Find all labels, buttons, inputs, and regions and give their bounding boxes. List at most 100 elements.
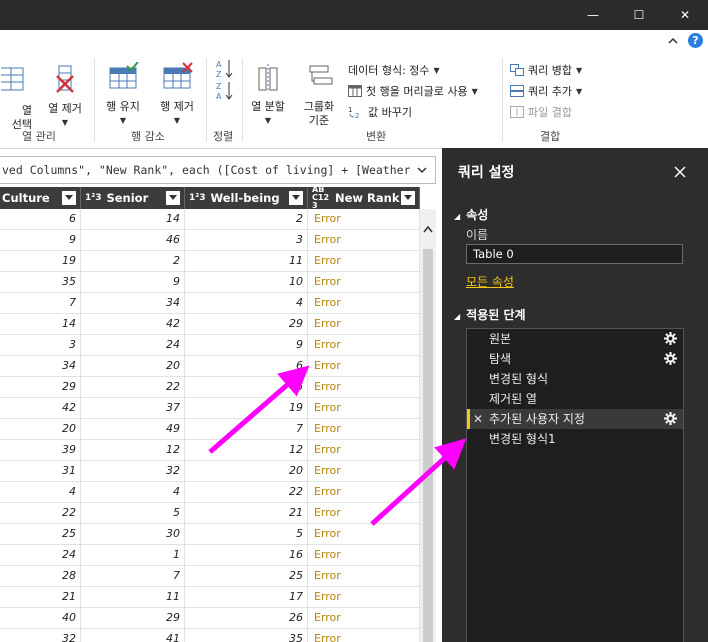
combine-files-button[interactable]: 파일 결합	[510, 104, 572, 120]
gear-icon[interactable]	[664, 352, 677, 365]
remove-rows-button[interactable]: 행 제거 ▼	[154, 62, 200, 128]
error-cell[interactable]: Error	[308, 356, 420, 376]
error-cell[interactable]: Error	[308, 272, 420, 292]
remove-columns-button[interactable]: 열 제거 ▼	[42, 64, 88, 130]
group-by-button[interactable]: 그룹화 기준	[296, 62, 342, 128]
sort-descending-icon: Z A	[216, 82, 233, 101]
step-item[interactable]: 원본	[467, 329, 683, 349]
scrollbar-thumb[interactable]	[423, 249, 433, 642]
table-cell: 25	[185, 566, 308, 586]
gear-icon[interactable]	[664, 412, 677, 425]
step-item-selected[interactable]: ✕ 추가된 사용자 지정	[467, 409, 683, 429]
error-cell[interactable]: Error	[308, 209, 420, 229]
data-type-dropdown[interactable]: 데이터 형식: 정수 ▼	[348, 62, 440, 78]
minimize-button[interactable]: —	[570, 0, 616, 30]
step-label: 제거된 열	[489, 392, 537, 406]
error-cell[interactable]: Error	[308, 587, 420, 607]
merge-queries-button[interactable]: 쿼리 병합 ▼	[510, 62, 582, 78]
table-cell: 2	[185, 209, 308, 229]
error-cell[interactable]: Error	[308, 398, 420, 418]
error-cell[interactable]: Error	[308, 251, 420, 271]
append-queries-button[interactable]: 쿼리 추가 ▼	[510, 83, 582, 99]
formula-text[interactable]: ved Columns", "New Rank", each ([Cost of…	[2, 163, 410, 177]
table-cell: 4	[81, 482, 185, 502]
svg-text:2: 2	[355, 112, 359, 119]
error-cell[interactable]: Error	[308, 293, 420, 313]
table-cell: 11	[185, 251, 308, 271]
table-cell: 5	[185, 524, 308, 544]
error-cell[interactable]: Error	[308, 461, 420, 481]
table-cell: 1	[81, 545, 185, 565]
all-properties-link[interactable]: 모든 속성	[466, 273, 514, 290]
step-item[interactable]: 변경된 형식	[467, 369, 683, 389]
error-cell[interactable]: Error	[308, 419, 420, 439]
keep-rows-icon	[109, 61, 139, 89]
column-header-senior[interactable]: 1²3 Senior	[81, 187, 185, 209]
applied-steps-label: 적용된 단계	[466, 308, 526, 322]
type-any-icon[interactable]: ABC123	[312, 187, 330, 210]
help-icon[interactable]: ?	[688, 33, 703, 48]
properties-section[interactable]: ◢ 속성	[454, 206, 488, 223]
table-cell: 37	[81, 398, 185, 418]
error-cell[interactable]: Error	[308, 377, 420, 397]
dropdown-caret-icon: ▼	[471, 86, 478, 96]
table-cell: 9	[0, 230, 81, 250]
expand-formula-icon[interactable]	[415, 163, 429, 177]
type-number-icon[interactable]: 1²3	[189, 194, 205, 203]
column-filter-button[interactable]	[62, 191, 76, 205]
chevron-down-icon	[292, 195, 300, 200]
column-filter-button[interactable]	[401, 191, 415, 205]
vertical-scrollbar[interactable]	[420, 209, 436, 642]
replace-values-button[interactable]: 12 값 바꾸기	[348, 104, 412, 120]
column-header-new-rank[interactable]: ABC123 New Rank	[308, 187, 420, 210]
error-cell[interactable]: Error	[308, 335, 420, 355]
column-header-label: Senior	[106, 191, 149, 205]
ribbon: 열 선택 열 제거 ▼ 열 관리 행 유지 ▼ 행 제거 ▼ 행 감소 A Z …	[0, 52, 708, 149]
error-cell[interactable]: Error	[308, 440, 420, 460]
error-cell[interactable]: Error	[308, 629, 420, 642]
table-cell: 40	[0, 608, 81, 628]
use-first-row-as-headers-button[interactable]: 첫 행을 머리글로 사용 ▼	[348, 83, 478, 99]
keep-rows-button[interactable]: 행 유지 ▼	[100, 61, 146, 128]
step-item[interactable]: 제거된 열	[467, 389, 683, 409]
data-grid: Culture 1²3 Senior 1²3 Well-being ABC123…	[0, 187, 420, 642]
step-item[interactable]: 탐색	[467, 349, 683, 369]
table-row: 31 32 20 Error	[0, 461, 420, 482]
column-filter-button[interactable]	[289, 191, 303, 205]
table-row: 42 37 19 Error	[0, 398, 420, 419]
error-cell[interactable]: Error	[308, 482, 420, 502]
formula-bar[interactable]: ved Columns", "New Rank", each ([Cost of…	[0, 156, 436, 184]
table-row: 14 42 29 Error	[0, 314, 420, 335]
table-cell: 20	[0, 419, 81, 439]
close-icon[interactable]	[672, 164, 688, 180]
delete-step-icon[interactable]: ✕	[473, 409, 483, 429]
sort-descending-button[interactable]: Z A	[214, 80, 236, 106]
maximize-button[interactable]: ☐	[616, 0, 662, 30]
type-number-icon[interactable]: 1²3	[85, 194, 101, 203]
step-item[interactable]: 변경된 형식1	[467, 429, 683, 449]
collapse-ribbon-icon[interactable]	[666, 34, 680, 48]
error-cell[interactable]: Error	[308, 524, 420, 544]
table-cell: 49	[81, 419, 185, 439]
error-cell[interactable]: Error	[308, 566, 420, 586]
error-cell[interactable]: Error	[308, 230, 420, 250]
query-name-input[interactable]: Table 0	[466, 244, 683, 264]
close-window-button[interactable]: ✕	[662, 0, 708, 30]
error-cell[interactable]: Error	[308, 503, 420, 523]
table-header-icon	[348, 85, 362, 97]
gear-icon[interactable]	[664, 332, 677, 345]
split-column-button[interactable]: 열 분할 ▼	[246, 62, 290, 128]
column-header-culture[interactable]: Culture	[0, 187, 81, 209]
choose-columns-button[interactable]: 열 선택	[0, 64, 32, 131]
column-filter-button[interactable]	[166, 191, 180, 205]
error-cell[interactable]: Error	[308, 545, 420, 565]
applied-steps-section[interactable]: ◢ 적용된 단계	[454, 306, 526, 323]
scroll-up-icon[interactable]	[423, 225, 433, 233]
column-header-well-being[interactable]: 1²3 Well-being	[185, 187, 308, 209]
table-cell: 46	[81, 230, 185, 250]
table-cell: 6	[185, 356, 308, 376]
error-cell[interactable]: Error	[308, 314, 420, 334]
column-header-label: Culture	[2, 191, 50, 205]
table-cell: 22	[81, 377, 185, 397]
error-cell[interactable]: Error	[308, 608, 420, 628]
